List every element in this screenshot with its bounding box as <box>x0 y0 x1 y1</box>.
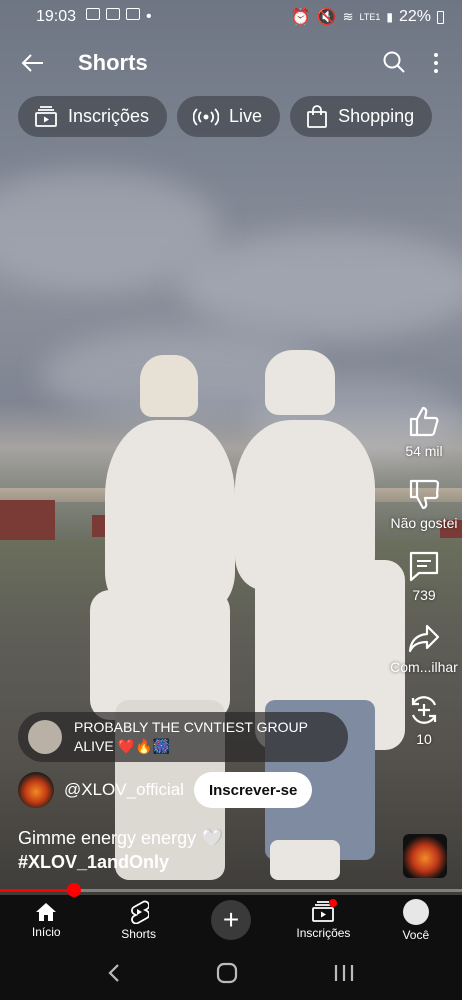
top-bar: Shorts <box>0 40 462 86</box>
shorts-icon <box>130 900 149 924</box>
wifi-icon: ≋ <box>342 9 354 24</box>
remix-count: 10 <box>416 731 432 747</box>
more-notifications-icon: • <box>146 8 152 25</box>
nav-you-label: Você <box>402 927 430 942</box>
facebook-icon <box>126 8 141 20</box>
back-button[interactable] <box>18 48 48 78</box>
share-button[interactable]: Com...ilhar <box>390 621 458 675</box>
battery-icon <box>437 10 444 24</box>
nav-create[interactable]: + <box>185 895 277 945</box>
remix-button[interactable]: 10 <box>407 693 441 747</box>
back-chevron-icon[interactable] <box>107 963 121 983</box>
thumbs-down-icon <box>409 479 440 510</box>
caption-text: Gimme energy energy 🤍 <box>18 828 224 848</box>
chip-label: Live <box>229 106 263 126</box>
kebab-menu-icon <box>434 53 438 57</box>
channel-row: @XLOV_official Inscrever-se <box>18 772 313 808</box>
battery-text: 22% <box>398 8 431 25</box>
dislike-button[interactable]: Não gostei <box>390 477 458 531</box>
status-time: 19:03 <box>36 8 77 25</box>
thumbs-up-icon <box>409 406 439 437</box>
comment-text: PROBABLY THE CVNTIEST GROUP ALIVE ❤️🔥🎆 <box>74 718 308 756</box>
like-button[interactable]: 54 mil <box>405 405 443 459</box>
remix-icon <box>411 696 437 724</box>
notification-dot <box>329 899 338 907</box>
video-caption[interactable]: Gimme energy energy 🤍 #XLOV_1andOnly <box>18 826 224 874</box>
share-icon <box>408 624 440 653</box>
recents-icon[interactable] <box>333 963 355 983</box>
home-icon <box>36 902 57 921</box>
comment-icon <box>409 551 439 582</box>
subscriptions-icon <box>35 105 57 127</box>
progress-scrubber[interactable] <box>66 883 81 897</box>
comment-line-2: ALIVE ❤️🔥🎆 <box>74 738 170 754</box>
nav-home[interactable]: Início <box>0 895 92 945</box>
chip-inscricoes[interactable]: Inscrições <box>18 96 168 137</box>
user-avatar <box>402 898 429 925</box>
comment-line-1: PROBABLY THE CVNTIEST GROUP <box>74 719 308 735</box>
playback-progress[interactable] <box>0 883 462 897</box>
nav-you[interactable]: Você <box>370 895 462 945</box>
live-icon <box>193 107 220 126</box>
chip-label: Inscrições <box>68 106 150 126</box>
page-title: Shorts <box>78 50 148 75</box>
chip-live[interactable]: Live <box>177 96 281 137</box>
system-nav <box>0 945 462 1000</box>
nav-home-label: Início <box>31 924 61 939</box>
plus-icon: + <box>211 900 252 940</box>
subscribe-button[interactable]: Inscrever-se <box>193 772 313 808</box>
notification-icons: • <box>86 8 152 26</box>
comments-button[interactable]: 739 <box>407 549 441 603</box>
share-label: Com...ilhar <box>390 659 458 675</box>
channel-avatar[interactable] <box>18 772 54 808</box>
search-icon <box>383 51 405 73</box>
nav-subscriptions-label: Inscrições <box>296 925 351 940</box>
twitch-icon <box>106 8 121 20</box>
network-label: LTE1 <box>359 12 381 22</box>
chip-shopping[interactable]: Shopping <box>290 96 433 137</box>
sound-thumbnail[interactable] <box>403 834 447 878</box>
commenter-avatar <box>28 720 62 754</box>
bottom-nav: Início Shorts + Inscrições Você <box>0 895 462 945</box>
signal-icon: ▮ <box>386 10 393 24</box>
caption-hashtag[interactable]: #XLOV_1andOnly <box>18 850 224 874</box>
arrow-left-icon <box>21 54 43 72</box>
top-comment[interactable]: PROBABLY THE CVNTIEST GROUP ALIVE ❤️🔥🎆 <box>18 712 348 762</box>
nav-subscriptions[interactable]: Inscrições <box>277 895 369 945</box>
mute-icon: 🔇 <box>316 9 337 26</box>
chip-label: Shopping <box>338 106 415 126</box>
alarm-icon: ⏰ <box>290 9 311 26</box>
nav-shorts[interactable]: Shorts <box>92 895 184 945</box>
search-button[interactable] <box>382 50 408 76</box>
status-bar: 19:03 • ⏰ 🔇 ≋ LTE1 ▮ 22% <box>0 0 462 34</box>
dislike-label: Não gostei <box>390 515 458 531</box>
channel-handle[interactable]: @XLOV_official <box>64 780 184 800</box>
shopping-bag-icon <box>307 104 327 128</box>
more-options-button[interactable] <box>426 50 446 76</box>
gallery-icon <box>86 8 101 20</box>
progress-fill <box>0 889 74 892</box>
nav-shorts-label: Shorts <box>121 926 156 941</box>
comment-count: 739 <box>412 587 436 603</box>
filter-chips: Inscrições Live Shopping <box>18 96 433 137</box>
like-count: 54 mil <box>405 443 443 459</box>
home-circle-icon[interactable] <box>216 962 238 984</box>
action-column: 54 mil Não gostei 739 Com...ilhar 10 <box>386 405 462 765</box>
